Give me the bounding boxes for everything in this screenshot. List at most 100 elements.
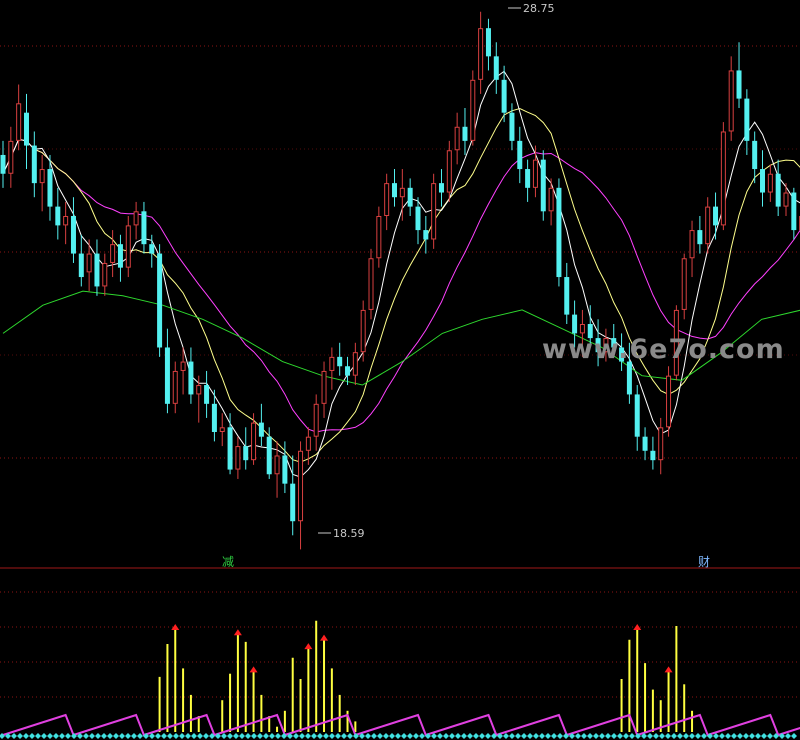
candle: [493, 42, 499, 94]
diamond-marker: [269, 733, 275, 739]
candle-body: [626, 361, 632, 395]
candle: [431, 173, 437, 249]
candle: [110, 230, 116, 278]
candle-body: [736, 70, 742, 99]
diamond-marker: [623, 733, 629, 739]
candle-body: [352, 352, 358, 376]
candle: [117, 234, 123, 282]
diamond-marker: [791, 733, 797, 739]
candle-body: [133, 211, 139, 226]
diamond-marker: [467, 733, 473, 739]
candle: [666, 366, 672, 437]
candle: [125, 216, 131, 278]
candle: [243, 427, 249, 470]
candle: [454, 112, 460, 165]
diamond-marker: [113, 733, 119, 739]
candle-body: [313, 403, 319, 437]
diamond-marker: [443, 733, 449, 739]
candle-body: [188, 361, 194, 395]
diamond-marker: [233, 733, 239, 739]
diamond-marker: [437, 733, 443, 739]
diamond-marker: [383, 733, 389, 739]
candle-body: [282, 455, 288, 484]
diamond-marker: [671, 733, 677, 739]
candle: [133, 201, 139, 240]
diamond-marker: [455, 733, 461, 739]
candle: [219, 413, 225, 447]
diamond-marker: [719, 733, 725, 739]
diamond-marker: [413, 733, 419, 739]
candle-body: [110, 244, 116, 263]
candle-body: [0, 154, 6, 174]
candle: [423, 216, 429, 254]
candle-body: [666, 375, 672, 428]
diamond-marker: [65, 733, 71, 739]
diamond-marker: [545, 733, 551, 739]
diamond-marker: [317, 733, 323, 739]
candle-body: [227, 427, 233, 470]
diamond-marker: [395, 733, 401, 739]
candle: [713, 192, 719, 240]
diamond-marker: [401, 733, 407, 739]
diamond-marker: [533, 733, 539, 739]
candle-body: [211, 403, 217, 432]
low-price-label: 18.59: [333, 527, 365, 540]
candle-body: [783, 192, 789, 207]
candle-body: [517, 140, 523, 170]
candle-body: [713, 206, 719, 226]
high-price-label: 28.75: [523, 2, 555, 15]
diamond-marker: [653, 733, 659, 739]
candle: [8, 126, 14, 188]
candle-body: [485, 28, 491, 57]
candle: [720, 122, 726, 231]
diamond-marker: [101, 733, 107, 739]
diamond-marker: [35, 733, 41, 739]
candle: [744, 89, 750, 155]
candle: [767, 164, 773, 202]
wave-line: [2, 713, 800, 737]
candle-body: [501, 79, 507, 113]
diamond-marker: [485, 733, 491, 739]
candle-body: [509, 112, 515, 141]
candle: [102, 253, 108, 296]
diamond-marker: [599, 733, 605, 739]
diamond-marker: [371, 733, 377, 739]
diamond-marker: [47, 733, 53, 739]
price-markers: 28.75 18.59: [318, 2, 555, 540]
candle-body: [329, 356, 335, 371]
diamond-marker: [239, 733, 245, 739]
diamond-marker: [311, 733, 317, 739]
candle-body: [149, 244, 155, 254]
candle-body: [368, 258, 374, 310]
diamond-marker: [167, 733, 173, 739]
candle-body: [94, 253, 100, 287]
diamond-marker: [119, 733, 125, 739]
diamond-marker: [605, 733, 611, 739]
diamond-marker: [617, 733, 623, 739]
signal-label-jian: 减: [222, 555, 234, 569]
diamond-marker: [725, 733, 731, 739]
candle-body: [180, 361, 186, 371]
candle: [188, 347, 194, 404]
candle-body: [266, 436, 272, 475]
candle: [384, 173, 390, 231]
candle-body: [760, 169, 766, 193]
diamond-marker: [473, 733, 479, 739]
candle-body: [556, 187, 562, 278]
candle-body: [157, 253, 163, 348]
diamond-marker: [251, 733, 257, 739]
candle-body: [415, 206, 421, 231]
candle: [39, 154, 45, 212]
diamond-marker: [53, 733, 59, 739]
candle: [78, 234, 84, 287]
diamond-marker: [659, 733, 665, 739]
candle-body: [164, 347, 170, 404]
diamond-marker: [365, 733, 371, 739]
candle: [0, 140, 6, 188]
diamond-marker: [83, 733, 89, 739]
diamond-marker: [767, 733, 773, 739]
diamond-marker: [521, 733, 527, 739]
ma10-line: [2, 107, 800, 463]
candle-body: [102, 262, 108, 287]
candle: [783, 183, 789, 216]
